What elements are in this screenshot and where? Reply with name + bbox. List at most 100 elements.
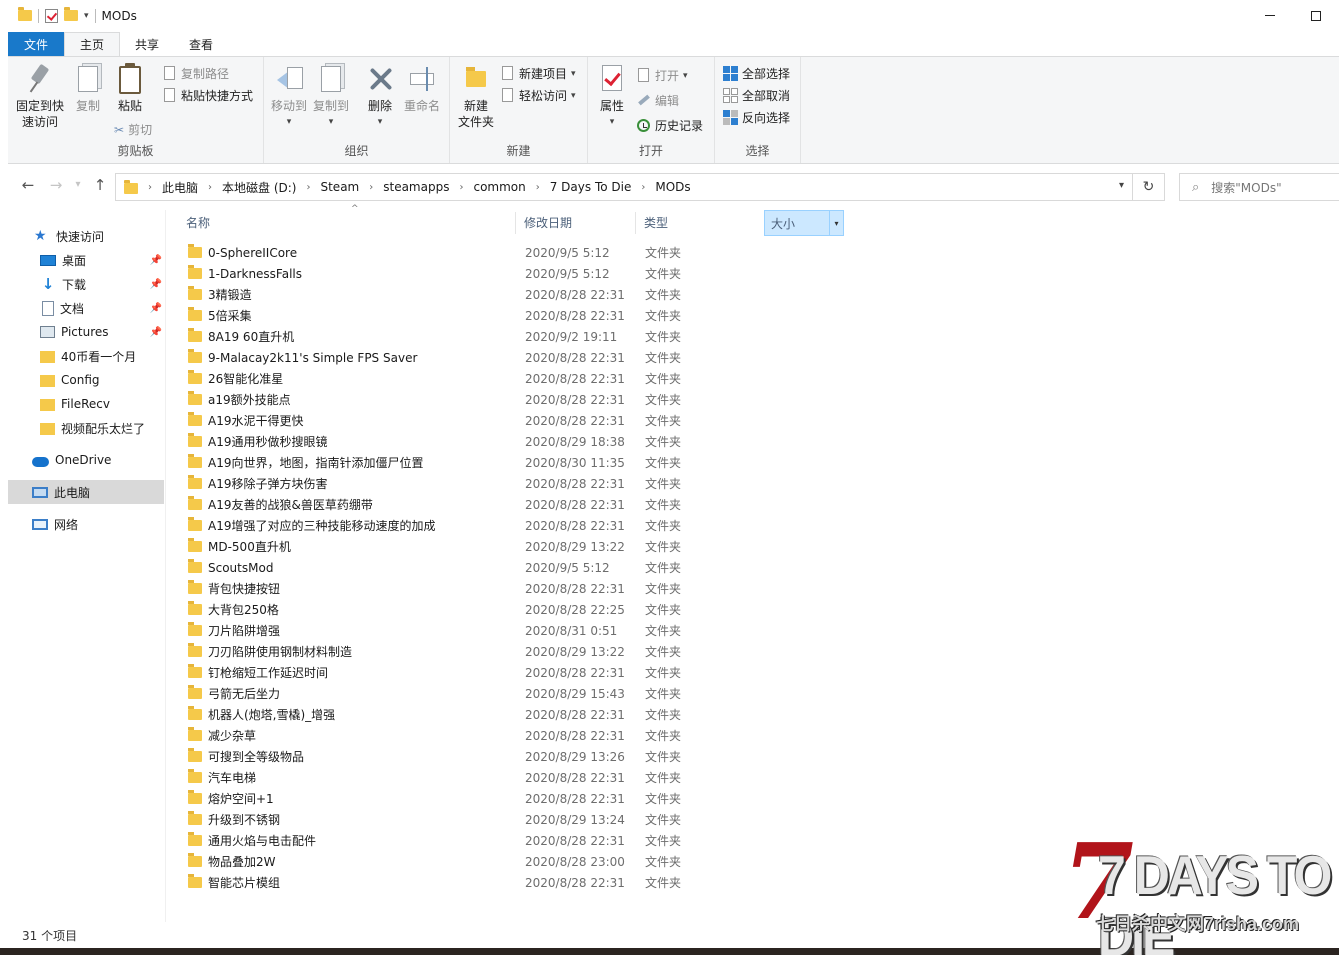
chevron-right-icon[interactable]: › <box>637 182 649 193</box>
nav-this-pc[interactable]: 此电脑 <box>8 480 164 504</box>
tab-home[interactable]: 主页 <box>64 32 121 56</box>
table-row[interactable]: a19额外技能点 2020/8/28 22:31 文件夹 <box>188 389 708 410</box>
search-input[interactable]: 搜索"MODs" <box>1211 179 1281 196</box>
chevron-down-icon[interactable]: ▾ <box>1119 180 1124 191</box>
table-row[interactable]: 大背包250格 2020/8/28 22:25 文件夹 <box>188 599 708 620</box>
nav-network[interactable]: 网络 <box>8 512 164 536</box>
table-row[interactable]: 0-SphereIICore 2020/9/5 5:12 文件夹 <box>188 242 708 263</box>
table-row[interactable]: 汽车电梯 2020/8/28 22:31 文件夹 <box>188 767 708 788</box>
new-item-button[interactable]: 新建项目 ▾ <box>500 65 576 82</box>
history-button[interactable]: 历史记录 <box>636 117 703 134</box>
tab-share[interactable]: 共享 <box>120 32 174 56</box>
minimize-button[interactable] <box>1247 0 1293 31</box>
nav-item-folder[interactable]: 视频配乐太烂了 <box>8 416 164 440</box>
move-to-button[interactable]: 移动到 ▾ <box>270 63 308 130</box>
properties-button[interactable]: 属性 ▾ <box>594 63 630 130</box>
table-row[interactable]: 3精锻造 2020/8/28 22:31 文件夹 <box>188 284 708 305</box>
table-row[interactable]: A19水泥干得更快 2020/8/28 22:31 文件夹 <box>188 410 708 431</box>
table-row[interactable]: ScoutsMod 2020/9/5 5:12 文件夹 <box>188 557 708 578</box>
table-row[interactable]: 通用火焰与电击配件 2020/8/28 22:31 文件夹 <box>188 830 708 851</box>
column-header-modified[interactable]: 修改日期 <box>524 210 572 235</box>
column-divider[interactable] <box>515 212 516 234</box>
table-row[interactable]: 熔炉空间+1 2020/8/28 22:31 文件夹 <box>188 788 708 809</box>
table-row[interactable]: A19向世界，地图，指南针添加僵尸位置 2020/8/30 11:35 文件夹 <box>188 452 708 473</box>
column-header-size[interactable]: 大小 ▾ <box>764 210 844 236</box>
select-none-button[interactable]: 全部取消 <box>723 87 790 104</box>
paste-shortcut-button[interactable]: 粘贴快捷方式 <box>162 87 253 104</box>
breadcrumb-steamapps[interactable]: steamapps <box>377 180 455 194</box>
table-row[interactable]: 升级到不锈钢 2020/8/29 13:24 文件夹 <box>188 809 708 830</box>
new-folder-button[interactable]: 新建 文件夹 <box>456 63 496 130</box>
table-row[interactable]: 5倍采集 2020/8/28 22:31 文件夹 <box>188 305 708 326</box>
chevron-right-icon[interactable]: › <box>365 182 377 193</box>
nav-item-config[interactable]: Config <box>8 368 164 392</box>
nav-item-desktop[interactable]: 桌面 📌 <box>8 248 164 272</box>
table-row[interactable]: A19通用秒做秒搜眼镜 2020/8/29 18:38 文件夹 <box>188 431 708 452</box>
forward-arrow-icon[interactable]: → <box>46 176 66 194</box>
chevron-down-icon[interactable]: ▾ <box>829 211 843 235</box>
pin-icon[interactable]: 📌 <box>150 279 162 290</box>
up-arrow-icon[interactable]: ↑ <box>90 176 110 194</box>
invert-selection-button[interactable]: 反向选择 <box>723 109 790 126</box>
refresh-button[interactable]: ↻ <box>1133 173 1165 201</box>
properties-check-icon[interactable] <box>45 8 58 23</box>
nav-item-downloads[interactable]: ↓ 下载 📌 <box>8 272 164 296</box>
address-bar[interactable]: › 此电脑 › 本地磁盘 (D:) › Steam › steamapps › … <box>115 173 1133 201</box>
pin-quick-access-button[interactable]: 固定到快 速访问 <box>14 63 66 130</box>
table-row[interactable]: A19移除子弹方块伤害 2020/8/28 22:31 文件夹 <box>188 473 708 494</box>
table-row[interactable]: 26智能化准星 2020/8/28 22:31 文件夹 <box>188 368 708 389</box>
back-arrow-icon[interactable]: ← <box>18 176 38 194</box>
chevron-right-icon[interactable]: › <box>532 182 544 193</box>
breadcrumb-steam[interactable]: Steam <box>314 180 365 194</box>
delete-button[interactable]: 删除 ▾ <box>362 63 398 130</box>
pin-icon[interactable]: 📌 <box>150 255 162 266</box>
nav-quick-access[interactable]: ★ 快速访问 <box>8 224 164 248</box>
recent-locations-chevron-icon[interactable]: ▾ <box>68 179 88 190</box>
select-all-button[interactable]: 全部选择 <box>723 65 790 82</box>
table-row[interactable]: 8A19 60直升机 2020/9/2 19:11 文件夹 <box>188 326 708 347</box>
table-row[interactable]: 弓箭无后坐力 2020/8/29 15:43 文件夹 <box>188 683 708 704</box>
easy-access-button[interactable]: 轻松访问 ▾ <box>500 87 576 104</box>
table-row[interactable]: 减少杂草 2020/8/28 22:31 文件夹 <box>188 725 708 746</box>
breadcrumb-drive-d[interactable]: 本地磁盘 (D:) <box>216 179 302 196</box>
new-folder-icon[interactable] <box>64 7 78 21</box>
copy-path-button[interactable]: 复制路径 <box>162 65 229 82</box>
chevron-right-icon[interactable]: › <box>204 182 216 193</box>
table-row[interactable]: A19增强了对应的三种技能移动速度的加成 2020/8/28 22:31 文件夹 <box>188 515 708 536</box>
nav-item-filerecv[interactable]: FileRecv <box>8 392 164 416</box>
chevron-right-icon[interactable]: › <box>144 182 156 193</box>
pin-icon[interactable]: 📌 <box>150 327 162 338</box>
table-row[interactable]: 物品叠加2W 2020/8/28 23:00 文件夹 <box>188 851 708 872</box>
chevron-right-icon[interactable]: › <box>302 182 314 193</box>
copy-to-button[interactable]: 复制到 ▾ <box>312 63 350 130</box>
table-row[interactable]: 智能芯片模组 2020/8/28 22:31 文件夹 <box>188 872 708 893</box>
copy-button[interactable]: 复制 <box>70 63 106 114</box>
column-divider[interactable] <box>635 212 636 234</box>
tab-view[interactable]: 查看 <box>174 32 228 56</box>
table-row[interactable]: 刀刃陷阱使用钢制材料制造 2020/8/29 13:22 文件夹 <box>188 641 708 662</box>
nav-item-documents[interactable]: 文档 📌 <box>8 296 164 320</box>
table-row[interactable]: 1-DarknessFalls 2020/9/5 5:12 文件夹 <box>188 263 708 284</box>
tab-file[interactable]: 文件 <box>8 32 65 56</box>
nav-onedrive[interactable]: OneDrive <box>8 448 164 472</box>
table-row[interactable]: MD-500直升机 2020/8/29 13:22 文件夹 <box>188 536 708 557</box>
table-row[interactable]: 可搜到全等级物品 2020/8/29 13:26 文件夹 <box>188 746 708 767</box>
breadcrumb-common[interactable]: common <box>467 180 531 194</box>
folder-icon[interactable] <box>18 7 32 21</box>
breadcrumb-7-days-to-die[interactable]: 7 Days To Die <box>544 180 638 194</box>
edit-button[interactable]: 编辑 <box>636 92 679 109</box>
maximize-button[interactable] <box>1293 0 1339 31</box>
nav-item-pictures[interactable]: Pictures 📌 <box>8 320 164 344</box>
paste-button[interactable]: 粘贴 <box>112 63 148 114</box>
table-row[interactable]: 9-Malacay2k11's Simple FPS Saver 2020/8/2… <box>188 347 708 368</box>
table-row[interactable]: 钉枪缩短工作延迟时间 2020/8/28 22:31 文件夹 <box>188 662 708 683</box>
chevron-right-icon[interactable]: › <box>455 182 467 193</box>
open-button[interactable]: 打开 ▾ <box>636 67 688 84</box>
search-box[interactable]: ⌕ 搜索"MODs" <box>1179 173 1339 201</box>
table-row[interactable]: 机器人(炮塔,雪橇)_增强 2020/8/28 22:31 文件夹 <box>188 704 708 725</box>
table-row[interactable]: A19友善的战狼&兽医草药绷带 2020/8/28 22:31 文件夹 <box>188 494 708 515</box>
table-row[interactable]: 刀片陷阱增强 2020/8/31 0:51 文件夹 <box>188 620 708 641</box>
nav-item-folder[interactable]: 40币看一个月 <box>8 344 164 368</box>
column-header-name[interactable]: 名称 <box>186 210 210 235</box>
column-header-type[interactable]: 类型 <box>644 210 668 235</box>
